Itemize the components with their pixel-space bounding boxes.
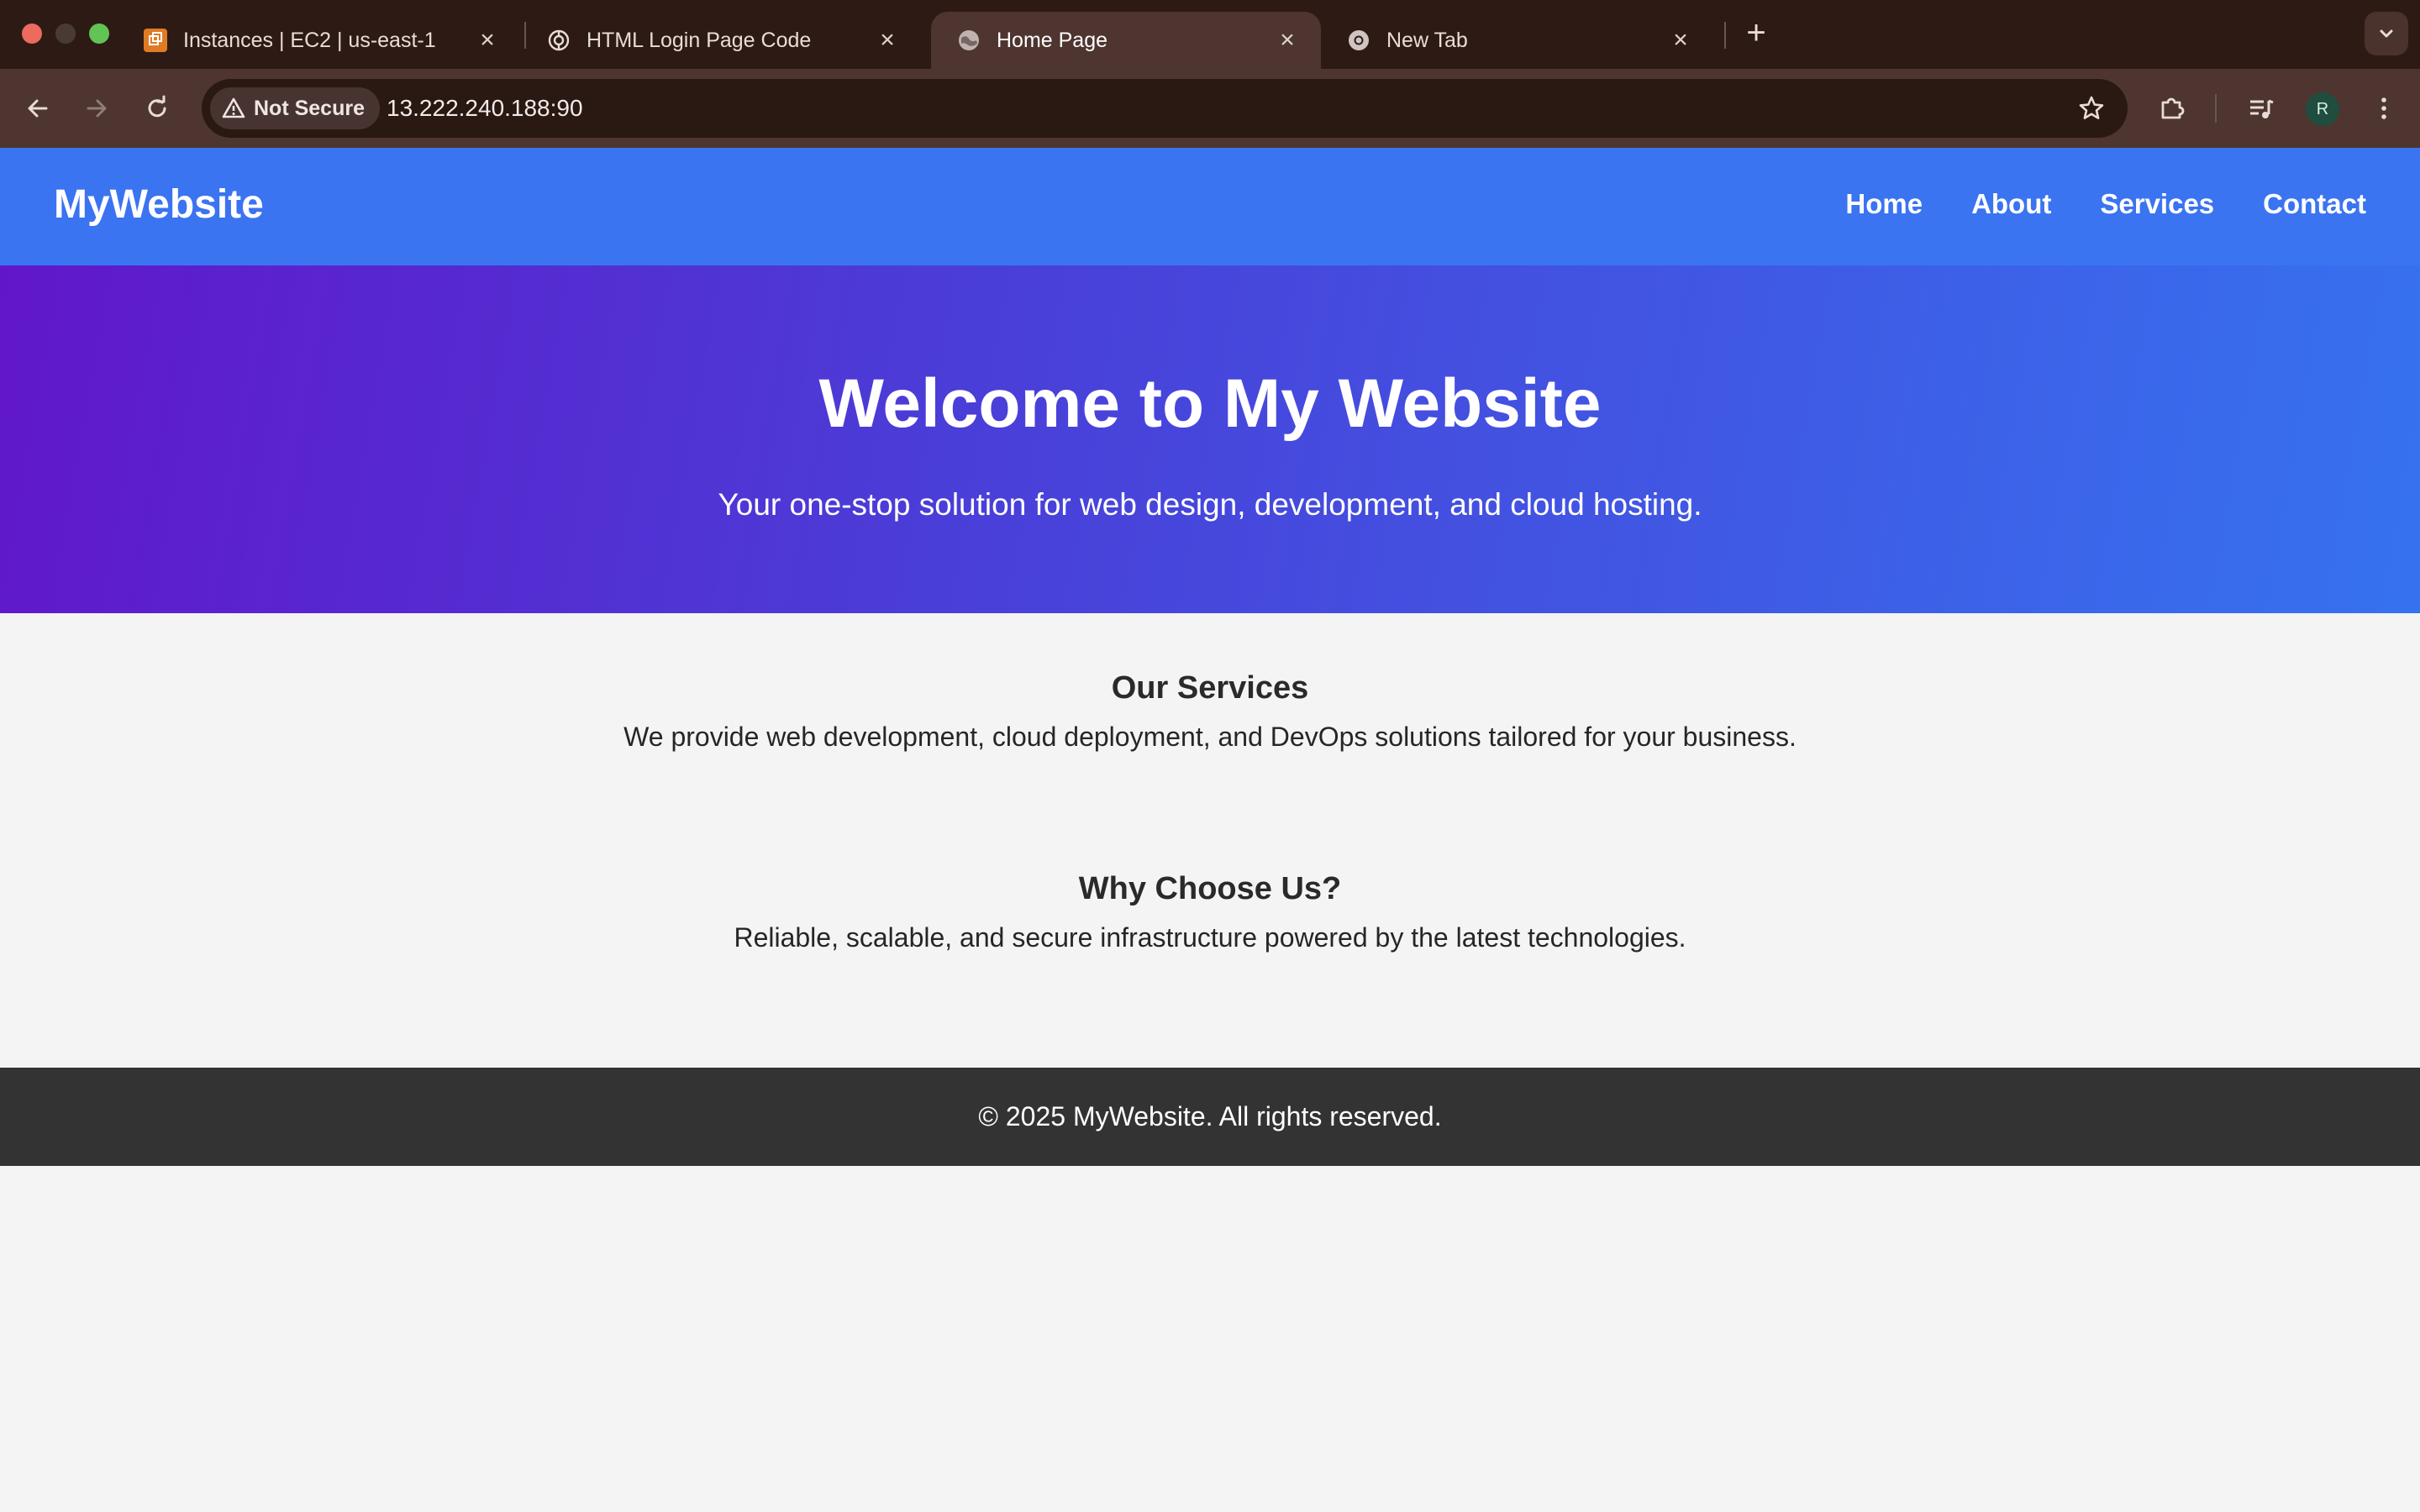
forward-button[interactable] bbox=[77, 89, 116, 128]
section-text: Reliable, scalable, and secure infrastru… bbox=[734, 922, 1686, 953]
aws-ec2-icon bbox=[143, 28, 168, 53]
chevron-down-icon bbox=[2380, 29, 2393, 38]
tab-strip: Instances | EC2 | us-east-1 × HTML Login… bbox=[0, 0, 2420, 69]
window-close-button[interactable] bbox=[22, 24, 42, 44]
tab-close-icon[interactable]: × bbox=[876, 26, 899, 54]
chatgpt-icon bbox=[546, 28, 571, 53]
warning-icon bbox=[222, 97, 245, 118]
more-vertical-icon bbox=[2381, 97, 2386, 119]
back-button[interactable] bbox=[18, 89, 57, 128]
url-text[interactable]: 13.222.240.188:90 bbox=[387, 95, 583, 122]
puzzle-icon bbox=[2161, 97, 2185, 119]
nav-link-home[interactable]: Home bbox=[1845, 188, 1923, 220]
window-minimize-button[interactable] bbox=[55, 24, 76, 44]
browser-toolbar: Not Secure 13.222.240.188:90 R bbox=[0, 69, 2420, 148]
nav-link-contact[interactable]: Contact bbox=[2263, 188, 2366, 220]
reload-icon bbox=[148, 95, 166, 118]
arrow-left-icon bbox=[28, 99, 48, 118]
tab-close-icon[interactable]: × bbox=[1669, 26, 1692, 54]
tab-close-icon[interactable]: × bbox=[476, 26, 499, 54]
globe-icon bbox=[956, 28, 981, 53]
hero-banner: Welcome to My Website Your one-stop solu… bbox=[0, 265, 2420, 613]
hero-subtitle: Your one-stop solution for web design, d… bbox=[718, 487, 1702, 522]
why-choose-us-section: Why Choose Us? Reliable, scalable, and s… bbox=[0, 871, 2420, 953]
arrow-right-icon bbox=[87, 99, 107, 118]
toolbar-divider bbox=[2215, 94, 2217, 123]
section-heading: Why Choose Us? bbox=[1078, 871, 1342, 906]
tab-html-login[interactable]: HTML Login Page Code × bbox=[521, 12, 921, 69]
tab-title: HTML Login Page Code bbox=[587, 28, 812, 52]
site-footer: © 2025 MyWebsite. All rights reserved. bbox=[0, 1068, 2420, 1166]
hero-title: Welcome to My Website bbox=[818, 365, 1602, 442]
tab-title: New Tab bbox=[1386, 28, 1468, 52]
tab-title: Instances | EC2 | us-east-1 bbox=[183, 28, 436, 52]
bookmark-button[interactable] bbox=[2074, 91, 2109, 126]
tab-close-icon[interactable]: × bbox=[1276, 26, 1299, 54]
star-icon bbox=[2079, 96, 2104, 119]
new-tab-button[interactable]: + bbox=[1739, 16, 1773, 50]
profile-avatar[interactable]: R bbox=[2306, 92, 2339, 126]
tab-home-page[interactable]: Home Page × bbox=[931, 12, 1321, 69]
services-section: Our Services We provide web development,… bbox=[0, 670, 2420, 753]
chrome-icon bbox=[1346, 28, 1371, 53]
security-label: Not Secure bbox=[254, 96, 365, 120]
security-chip[interactable]: Not Secure bbox=[210, 87, 380, 129]
media-controls-button[interactable] bbox=[2242, 89, 2281, 128]
reload-button[interactable] bbox=[138, 89, 176, 128]
tab-separator bbox=[1724, 22, 1726, 49]
tab-search-button[interactable] bbox=[2365, 12, 2408, 55]
extensions-button[interactable] bbox=[2153, 89, 2191, 128]
queue-music-icon bbox=[2250, 99, 2274, 118]
window-maximize-button[interactable] bbox=[89, 24, 109, 44]
section-heading: Our Services bbox=[1111, 670, 1309, 706]
tab-new-tab[interactable]: New Tab × bbox=[1321, 12, 1714, 69]
site-navbar: MyWebsite Home About Services Contact bbox=[0, 148, 2420, 265]
nav-link-services[interactable]: Services bbox=[2100, 188, 2214, 220]
tab-title: Home Page bbox=[997, 28, 1108, 52]
nav-link-about[interactable]: About bbox=[1971, 188, 2051, 220]
main-nav: Home About Services Contact bbox=[1845, 188, 2366, 220]
section-text: We provide web development, cloud deploy… bbox=[623, 722, 1797, 752]
site-logo[interactable]: MyWebsite bbox=[54, 181, 264, 228]
address-bar[interactable]: Not Secure 13.222.240.188:90 bbox=[202, 79, 2128, 138]
tab-ec2-instances[interactable]: Instances | EC2 | us-east-1 × bbox=[118, 12, 521, 69]
browser-menu-button[interactable] bbox=[2365, 89, 2403, 128]
